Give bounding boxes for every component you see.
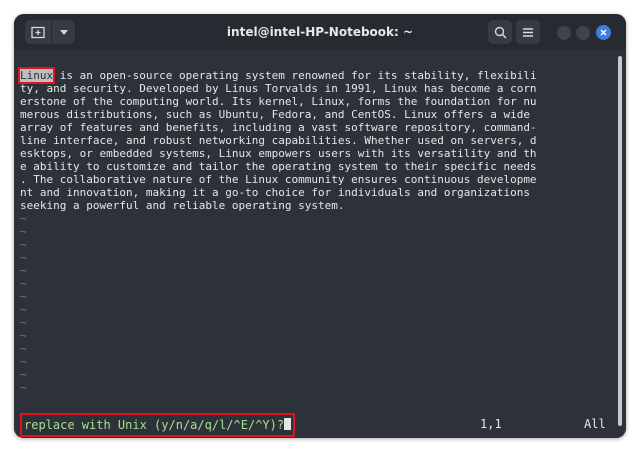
empty-line-marker: ~ [20, 277, 27, 290]
editor-line: e ability to customize and tailor the op… [20, 160, 537, 173]
scrollbar[interactable] [618, 56, 622, 426]
editor-line: nt and innovation, making it a go-to cho… [20, 186, 530, 199]
replace-prompt-text: replace with Unix (y/n/a/q/l/^E/^Y)? [24, 418, 285, 432]
menu-button[interactable] [516, 20, 540, 44]
editor-line: seeking a powerful and reliable operatin… [20, 199, 345, 212]
empty-line-marker: ~ [20, 238, 27, 251]
editor-line: merous distributions, such as Ubuntu, Fe… [20, 108, 530, 121]
editor-line: . The collaborative nature of the Linux … [20, 173, 537, 186]
editor-line-1: Linux is an open-source operating system… [17, 67, 610, 84]
scroll-indicator: All [584, 417, 606, 431]
new-tab-button[interactable] [25, 20, 52, 44]
editor-line-text: is an open-source operating system renow… [53, 69, 537, 82]
editor-line: line interface, and robust networking ca… [20, 134, 537, 147]
empty-line-marker: ~ [20, 316, 27, 329]
cursor-position: 1,1 [480, 417, 502, 431]
status-line: replace with Unix (y/n/a/q/l/^E/^Y)? 1,1… [20, 413, 610, 437]
title-bar: intel@intel-HP-Notebook: ~ [14, 14, 626, 50]
chevron-down-icon [59, 30, 68, 35]
empty-line-marker: ~ [20, 355, 27, 368]
empty-line-marker: ~ [20, 303, 27, 316]
empty-line-marker: ~ [20, 251, 27, 264]
minimize-button[interactable] [557, 26, 571, 40]
terminal-window: intel@intel-HP-Notebook: ~ Linux is an o… [14, 14, 626, 438]
close-icon [600, 29, 607, 36]
editor-line: ty, and security. Developed by Linus Tor… [20, 82, 537, 95]
search-match-highlight: Linux [17, 67, 56, 84]
new-tab-icon [31, 26, 45, 38]
empty-line-marker: ~ [20, 368, 27, 381]
replace-prompt[interactable]: replace with Unix (y/n/a/q/l/^E/^Y)? [20, 413, 296, 437]
tab-menu-button[interactable] [52, 20, 75, 44]
text-cursor [284, 418, 292, 430]
search-button[interactable] [488, 20, 512, 44]
search-icon [494, 26, 507, 39]
editor-line: esktops, or embedded systems, Linux empo… [20, 147, 537, 160]
tab-controls [25, 20, 75, 44]
editor-line: array of features and benefits, includin… [20, 121, 537, 134]
empty-line-marker: ~ [20, 264, 27, 277]
editor-buffer[interactable]: Linux is an open-source operating system… [17, 56, 610, 420]
maximize-button[interactable] [576, 26, 590, 40]
empty-line-marker: ~ [20, 381, 27, 394]
empty-line-marker: ~ [20, 329, 27, 342]
editor-line: erstone of the computing world. Its kern… [20, 95, 537, 108]
empty-line-marker: ~ [20, 225, 27, 238]
close-button[interactable] [596, 25, 611, 40]
empty-line-marker: ~ [20, 342, 27, 355]
terminal-area[interactable]: Linux is an open-source operating system… [14, 50, 626, 438]
empty-line-marker: ~ [20, 290, 27, 303]
hamburger-icon [523, 27, 533, 37]
empty-line-marker: ~ [20, 212, 27, 225]
